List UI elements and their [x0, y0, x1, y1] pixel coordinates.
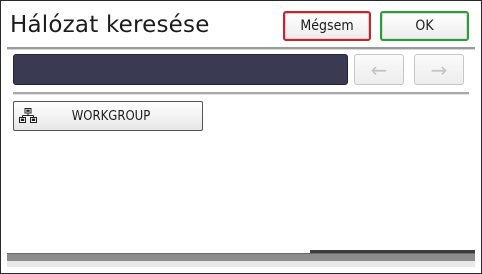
network-item-label: WORKGROUP [71, 108, 151, 124]
cancel-button[interactable]: Mégsem [283, 11, 371, 41]
network-item-workgroup[interactable]: WORKGROUP [13, 101, 203, 131]
back-button[interactable]: ← [354, 54, 404, 85]
forward-button[interactable]: → [414, 54, 464, 85]
arrow-right-icon: → [430, 57, 448, 82]
status-bar [7, 253, 475, 261]
bottom-strip [7, 261, 475, 267]
page-title: Hálózat keresése [10, 12, 210, 38]
list-divider [13, 92, 469, 95]
header-divider [7, 47, 475, 50]
network-path-field [13, 54, 348, 85]
arrow-left-icon: ← [370, 57, 388, 82]
dialog-window: Hálózat keresése Mégsem OK ← → WORKGROUP [0, 0, 482, 274]
ok-button[interactable]: OK [380, 11, 469, 41]
network-workgroup-icon [18, 107, 38, 125]
